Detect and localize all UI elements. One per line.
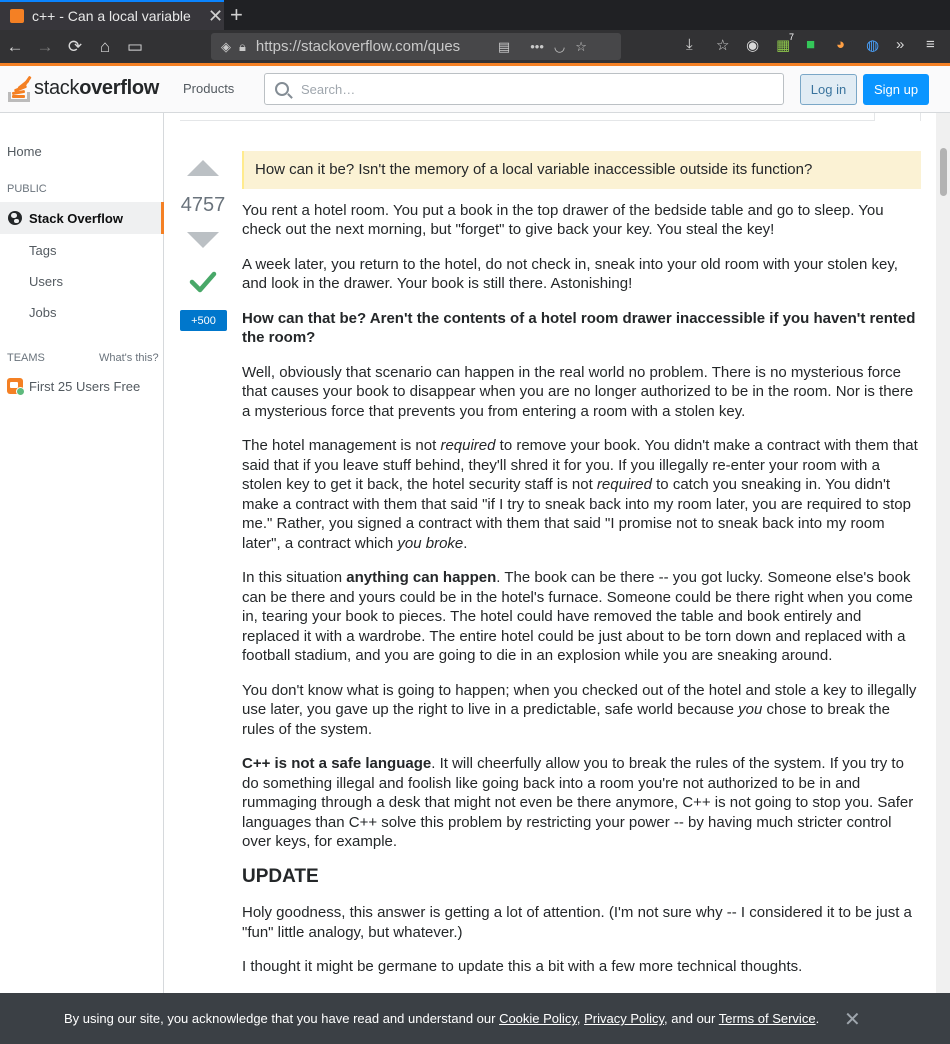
paragraph: The hotel management is not required to … bbox=[242, 437, 918, 552]
paragraph: A week later, you return to the hotel, d… bbox=[242, 255, 898, 293]
extension-owl-icon[interactable]: ◕ bbox=[836, 36, 845, 53]
divider bbox=[920, 113, 921, 121]
reader-view-icon[interactable]: ▤ bbox=[498, 39, 510, 55]
stackoverflow-logo-icon bbox=[6, 74, 32, 102]
paragraph: Holy goodness, this answer is getting a … bbox=[242, 904, 912, 941]
extension-green-icon[interactable]: ◉ bbox=[746, 36, 759, 54]
whats-this-link[interactable]: What's this? bbox=[99, 352, 159, 364]
sidebar-item-users[interactable]: Users bbox=[29, 274, 63, 289]
logo-text-light: stack bbox=[34, 76, 80, 99]
previous-post-border bbox=[180, 113, 875, 121]
sidebar-item-jobs[interactable]: Jobs bbox=[29, 305, 56, 320]
cookie-banner: By using our site, you acknowledge that … bbox=[0, 993, 950, 1044]
sidebar-item-label: Stack Overflow bbox=[29, 210, 123, 226]
paragraph: In this situation anything can happen. T… bbox=[242, 569, 913, 664]
sidebar-section-teams: TEAMS bbox=[7, 352, 45, 364]
shield-icon[interactable]: ◈ bbox=[221, 39, 231, 55]
signup-button[interactable]: Sign up bbox=[863, 74, 929, 105]
terms-link[interactable]: Terms of Service bbox=[719, 1011, 816, 1026]
new-tab-button[interactable]: + bbox=[230, 2, 243, 28]
downvote-arrow-icon[interactable] bbox=[187, 232, 219, 248]
browser-tab[interactable]: c++ - Can a local variable ✕ bbox=[0, 0, 224, 30]
globe-icon bbox=[8, 211, 22, 225]
lock-icon[interactable]: 🔒︎ bbox=[239, 39, 246, 55]
tab-title: c++ - Can a local variable bbox=[32, 8, 191, 24]
logo-text-bold: overflow bbox=[79, 76, 160, 99]
search-placeholder: Search… bbox=[301, 81, 356, 97]
bookmarks-icon[interactable]: ☆ bbox=[716, 36, 729, 54]
briefcase-icon bbox=[7, 378, 25, 396]
url-text[interactable]: https://stackoverflow.com/ques bbox=[256, 38, 488, 55]
blockquote: How can it be? Isn't the memory of a loc… bbox=[242, 151, 921, 189]
paragraph: You don't know what is going to happen; … bbox=[242, 681, 917, 738]
search-input[interactable]: Search… bbox=[264, 73, 784, 105]
extension-save-icon[interactable]: ■ bbox=[806, 36, 815, 53]
login-button[interactable]: Log in bbox=[800, 74, 857, 105]
cookie-policy-link[interactable]: Cookie Policy bbox=[499, 1011, 577, 1026]
folder-icon[interactable]: ▭ bbox=[120, 37, 150, 57]
sidebar-item-stackoverflow[interactable]: Stack Overflow bbox=[0, 202, 164, 234]
bookmark-star-icon[interactable]: ☆ bbox=[575, 39, 587, 55]
paragraph: Well, obviously that scenario can happen… bbox=[242, 363, 914, 420]
scrollbar-thumb[interactable] bbox=[940, 148, 947, 196]
stackoverflow-logo[interactable]: stackoverflow bbox=[6, 74, 159, 102]
sidebar-item-first25[interactable]: First 25 Users Free bbox=[7, 378, 141, 396]
upvote-arrow-icon[interactable] bbox=[187, 160, 219, 176]
sidebar-item-home[interactable]: Home bbox=[7, 144, 42, 159]
download-icon[interactable]: ⤓ bbox=[686, 36, 693, 53]
pocket-icon[interactable]: ◡ bbox=[554, 39, 565, 55]
extension-compass-icon[interactable]: ◍ bbox=[866, 36, 879, 54]
bounty-badge[interactable]: +500 bbox=[180, 310, 227, 331]
overflow-menu-icon[interactable]: » bbox=[896, 36, 904, 53]
products-menu[interactable]: Products bbox=[183, 81, 234, 96]
sidebar-item-tags[interactable]: Tags bbox=[29, 243, 56, 258]
paragraph: How can that be? Aren't the contents of … bbox=[242, 309, 916, 347]
extension-badge: 7 bbox=[789, 32, 795, 42]
accepted-checkmark-icon bbox=[189, 271, 217, 293]
search-icon bbox=[275, 82, 289, 96]
update-heading: UPDATE bbox=[242, 865, 319, 887]
left-sidebar: Home PUBLIC Stack Overflow Tags Users Jo… bbox=[0, 113, 164, 1044]
forward-icon[interactable]: → bbox=[30, 37, 60, 57]
cookie-text: By using our site, you acknowledge that … bbox=[64, 1011, 820, 1026]
reload-icon[interactable]: ⟳ bbox=[60, 37, 90, 57]
stackoverflow-favicon-icon bbox=[10, 9, 24, 23]
vote-count: 4757 bbox=[180, 194, 226, 216]
answer-body: How can it be? Isn't the memory of a loc… bbox=[242, 151, 921, 992]
sidebar-section-public: PUBLIC bbox=[7, 183, 47, 195]
browser-nav-bar: ← → ⟳ ⌂ ▭ ◈ 🔒︎ https://stackoverflow.com… bbox=[0, 30, 950, 63]
more-icon[interactable]: ••• bbox=[530, 39, 544, 54]
scrollbar[interactable] bbox=[936, 113, 950, 993]
browser-tab-bar: c++ - Can a local variable ✕ + bbox=[0, 0, 950, 30]
close-icon[interactable]: ✕ bbox=[844, 1007, 861, 1032]
paragraph: I thought it might be germane to update … bbox=[242, 958, 803, 975]
tab-close-icon[interactable]: ✕ bbox=[208, 7, 223, 25]
paragraph: C++ is not a safe language. It will chee… bbox=[242, 755, 914, 850]
site-header: stackoverflow Products Search… Log in Si… bbox=[0, 66, 950, 113]
url-bar[interactable]: ◈ 🔒︎ https://stackoverflow.com/ques ▤ ••… bbox=[211, 33, 621, 60]
paragraph: You rent a hotel room. You put a book in… bbox=[242, 201, 884, 239]
back-icon[interactable]: ← bbox=[0, 37, 30, 57]
privacy-policy-link[interactable]: Privacy Policy bbox=[584, 1011, 664, 1026]
hamburger-menu-icon[interactable]: ≡ bbox=[926, 36, 935, 53]
sidebar-item-label: First 25 Users Free bbox=[29, 378, 141, 394]
home-icon[interactable]: ⌂ bbox=[90, 37, 120, 57]
